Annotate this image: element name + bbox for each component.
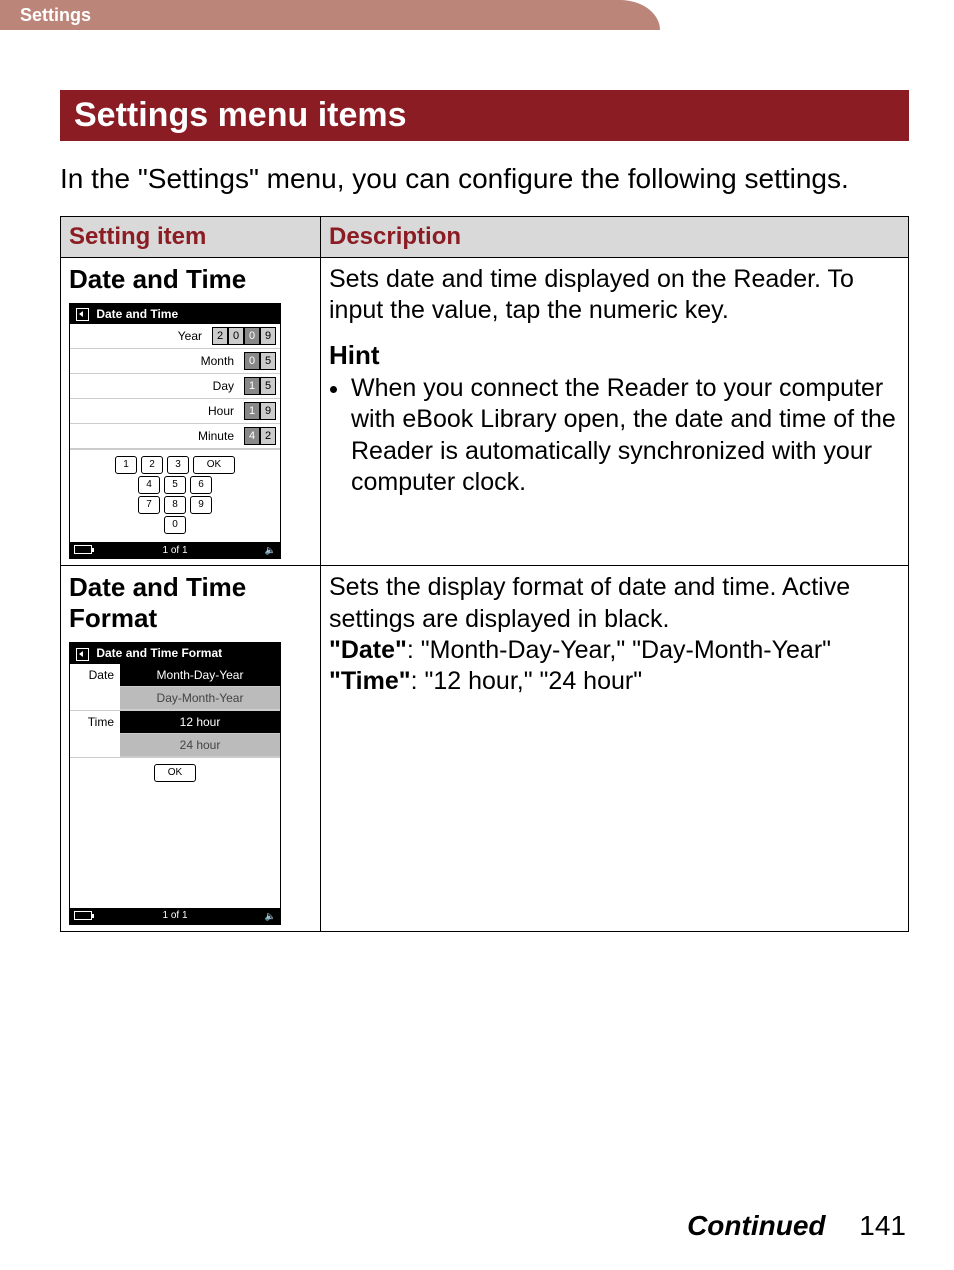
digit-cell: 4	[244, 427, 260, 445]
digit-cell: 1	[244, 402, 260, 420]
option-active: Month-Day-Year	[120, 664, 280, 687]
mini-label: Minute	[198, 429, 234, 443]
manual-page: Settings Settings menu items In the "Set…	[0, 0, 954, 1270]
page-footer: Continued 141	[687, 1210, 906, 1242]
section-tab: Settings	[0, 0, 620, 30]
digit-cell: 2	[212, 327, 228, 345]
cell-desc: Sets date and time displayed on the Read…	[321, 258, 909, 566]
keypad-key: 6	[190, 476, 212, 494]
mini-time-row: Time 12 hour 24 hour	[70, 711, 280, 758]
date-label-bold: "Date"	[329, 636, 407, 664]
mini-row-day: Day 1 5	[70, 374, 280, 399]
hint-label: Hint	[329, 339, 900, 372]
desc-text: Sets the display format of date and time…	[329, 573, 850, 632]
digit-cell: 0	[228, 327, 244, 345]
option-active: 12 hour	[120, 711, 280, 734]
battery-icon	[74, 911, 92, 920]
option-inactive: Day-Month-Year	[120, 687, 280, 710]
table-row: Date and Time Format Date and Time Forma…	[61, 566, 909, 931]
continued-label: Continued	[687, 1210, 825, 1241]
back-icon	[76, 308, 89, 321]
mini-date-row: Date Month-Day-Year Day-Month-Year	[70, 664, 280, 711]
digit-cell: 5	[260, 377, 276, 395]
mini-blank-area	[70, 788, 280, 908]
mini-label: Day	[213, 379, 234, 393]
speaker-icon: 🔈	[265, 911, 276, 922]
ok-button: OK	[154, 764, 196, 782]
digit-cell: 0	[244, 327, 260, 345]
keypad-key: 8	[164, 496, 186, 514]
mini-title-bar: Date and Time	[70, 304, 280, 324]
mini-inputs: Year 2 0 0 9 Month	[70, 324, 280, 450]
option-inactive: 24 hour	[120, 734, 280, 757]
mini-screenshot-date-time-format: Date and Time Format Date Month-Day-Year…	[69, 642, 281, 924]
time-label-bold: "Time"	[329, 667, 411, 695]
mini-row-month: Month 0 5	[70, 349, 280, 374]
mini-row-hour: Hour 1 9	[70, 399, 280, 424]
mini-label: Hour	[208, 404, 234, 418]
digit-cell: 5	[260, 352, 276, 370]
page-number: 141	[859, 1210, 906, 1241]
mini-footer: 1 of 1 🔈	[70, 542, 280, 558]
digit-cell: 9	[260, 327, 276, 345]
digit-cell: 1	[244, 377, 260, 395]
setting-item-title: Date and Time Format	[69, 572, 312, 634]
mini-row-year: Year 2 0 0 9	[70, 324, 280, 349]
mini-page-indicator: 1 of 1	[162, 910, 187, 921]
intro-text: In the "Settings" menu, you can configur…	[60, 161, 909, 196]
mini-label: Time	[70, 711, 120, 729]
cell-item: Date and Time Format Date and Time Forma…	[61, 566, 321, 931]
digit-cell: 9	[260, 402, 276, 420]
keypad-key: 7	[138, 496, 160, 514]
digit-cell: 0	[244, 352, 260, 370]
keypad-key: 9	[190, 496, 212, 514]
header-tab-bar: Settings	[0, 0, 954, 30]
battery-icon	[74, 545, 92, 554]
page-content: Settings menu items In the "Settings" me…	[0, 30, 954, 932]
keypad-key: 0	[164, 516, 186, 534]
mini-screenshot-date-time: Date and Time Year 2 0 0 9	[69, 303, 281, 559]
mini-keypad: 1 2 3 OK 4 5 6 7	[70, 450, 280, 542]
setting-item-title: Date and Time	[69, 264, 312, 295]
keypad-ok: OK	[193, 456, 235, 474]
col-header-item: Setting item	[61, 217, 321, 258]
col-header-desc: Description	[321, 217, 909, 258]
keypad-key: 3	[167, 456, 189, 474]
hint-bullet: When you connect the Reader to your comp…	[351, 373, 900, 498]
mini-row-minute: Minute 4 2	[70, 424, 280, 449]
keypad-key: 2	[141, 456, 163, 474]
mini-title-text: Date and Time Format	[96, 646, 222, 660]
table-row: Date and Time Date and Time Year 2 0	[61, 258, 909, 566]
mini-page-indicator: 1 of 1	[162, 545, 187, 556]
mini-label: Year	[178, 329, 202, 343]
mini-title-text: Date and Time	[96, 307, 178, 321]
digit-cell: 2	[260, 427, 276, 445]
time-options-text: : "12 hour," "24 hour"	[411, 667, 642, 695]
keypad-key: 4	[138, 476, 160, 494]
settings-table: Setting item Description Date and Time D…	[60, 216, 909, 932]
section-title: Settings menu items	[60, 90, 909, 141]
mini-label: Month	[201, 354, 234, 368]
back-icon	[76, 648, 89, 661]
hint-list: When you connect the Reader to your comp…	[329, 373, 900, 498]
speaker-icon: 🔈	[265, 545, 276, 556]
cell-item: Date and Time Date and Time Year 2 0	[61, 258, 321, 566]
date-options-text: : "Month-Day-Year," "Day-Month-Year"	[407, 636, 831, 664]
mini-title-bar: Date and Time Format	[70, 643, 280, 663]
mini-label: Date	[70, 664, 120, 682]
keypad-key: 1	[115, 456, 137, 474]
mini-footer: 1 of 1 🔈	[70, 908, 280, 924]
desc-text: Sets date and time displayed on the Read…	[329, 265, 854, 324]
keypad-key: 5	[164, 476, 186, 494]
cell-desc: Sets the display format of date and time…	[321, 566, 909, 931]
table-header-row: Setting item Description	[61, 217, 909, 258]
